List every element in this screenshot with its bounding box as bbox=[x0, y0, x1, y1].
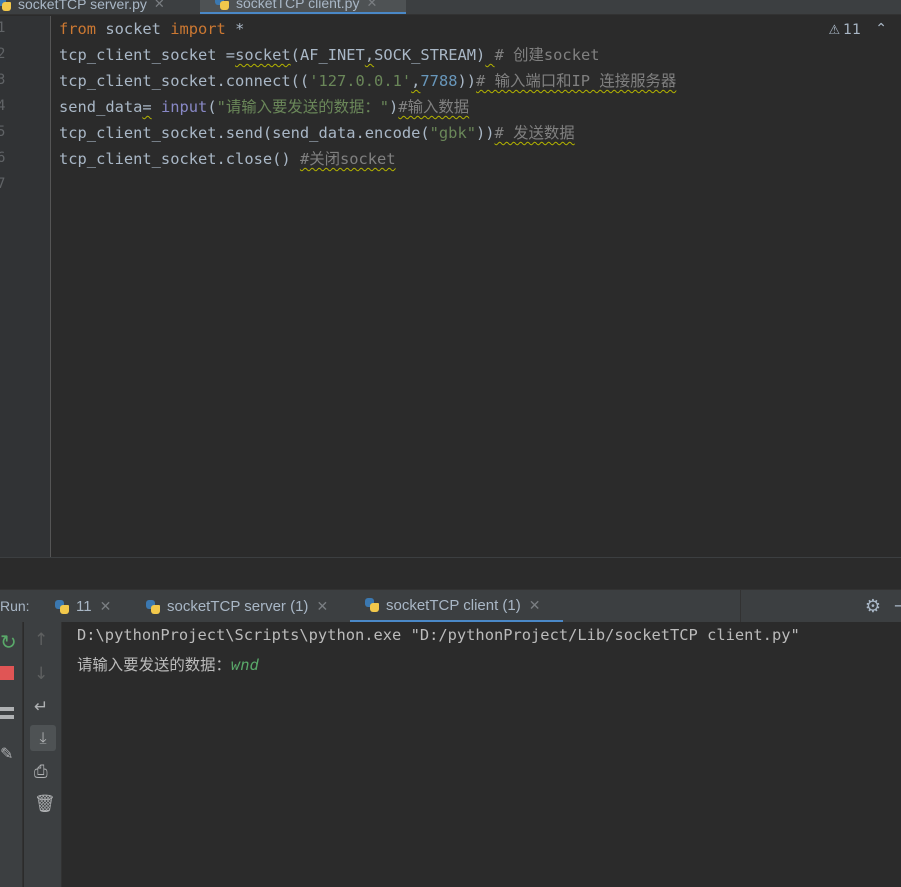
minimize-icon[interactable]: – bbox=[894, 595, 901, 616]
code-token: ( bbox=[207, 98, 217, 116]
code-comment: # 创建socket bbox=[494, 46, 600, 64]
code-token: SOCK_STREAM) bbox=[374, 46, 486, 64]
code-token: ) bbox=[389, 98, 399, 116]
line-number: 3 bbox=[0, 72, 6, 88]
console-action-strip: ↑ ↓ ↵ ⤓ ⎙ 🗑 bbox=[24, 622, 62, 887]
code-token: tcp_client_socket = bbox=[59, 46, 236, 64]
arrow-down-icon[interactable]: ↓ bbox=[34, 664, 48, 684]
code-token: from bbox=[59, 20, 97, 38]
code-token: )) bbox=[475, 124, 495, 142]
run-tab-label: socketTCP client (1) bbox=[386, 596, 521, 614]
console-output[interactable]: D:\pythonProject\Scripts\python.exe "D:/… bbox=[63, 622, 901, 887]
close-icon[interactable]: ✕ bbox=[100, 598, 112, 615]
editor-tab-server[interactable]: socketTCP server.py ✕ bbox=[0, 0, 197, 14]
code-token: = bbox=[142, 98, 152, 116]
code-comment: # 输入端口和IP 连接服务器 bbox=[476, 72, 677, 90]
code-token: , bbox=[411, 72, 421, 90]
code-token: * bbox=[225, 20, 245, 38]
scroll-to-end-icon[interactable]: ⤓ bbox=[30, 725, 56, 751]
layout-icon[interactable] bbox=[0, 707, 14, 719]
console-prompt-line: 请输入要发送的数据：wnd bbox=[77, 653, 259, 675]
run-tab-label: socketTCP server (1) bbox=[167, 598, 309, 615]
code-line-2[interactable]: tcp_client_socket =socket(AF_INET,SOCK_S… bbox=[59, 42, 600, 68]
code-token: socket bbox=[96, 20, 171, 38]
editor-tab-bar: socketTCP server.py ✕ socketTCP client.p… bbox=[0, 0, 901, 15]
run-tab-label: 11 bbox=[76, 598, 92, 615]
line-number: 5 bbox=[0, 124, 6, 140]
trash-icon[interactable]: 🗑 bbox=[34, 794, 56, 814]
print-icon[interactable]: ⎙ bbox=[34, 762, 48, 782]
code-token: tcp_client_socket.connect(( bbox=[59, 72, 310, 90]
code-token: tcp_client_socket.close() bbox=[59, 150, 291, 168]
line-number: 7 bbox=[0, 176, 6, 192]
code-comment: # 发送数据 bbox=[494, 124, 575, 142]
python-file-icon bbox=[145, 599, 161, 615]
run-action-strip: ↻ ✎ bbox=[0, 622, 23, 887]
code-token: (AF_INET bbox=[290, 46, 365, 64]
code-token: tcp_client_socket.send(send_data.encode( bbox=[59, 124, 430, 142]
code-comment: #关闭socket bbox=[299, 150, 396, 168]
run-label: Run: bbox=[0, 598, 30, 614]
code-line-1[interactable]: from socket import * bbox=[59, 16, 244, 42]
editor-tab-label: socketTCP server.py bbox=[18, 0, 147, 12]
console-command-line: D:\pythonProject\Scripts\python.exe "D:/… bbox=[77, 626, 800, 644]
line-number: 6 bbox=[0, 150, 6, 166]
run-tab-11[interactable]: 11 ✕ bbox=[54, 590, 111, 623]
line-number: 4 bbox=[0, 98, 6, 114]
code-builtin: input bbox=[160, 98, 208, 116]
rerun-icon[interactable]: ↻ bbox=[0, 630, 17, 654]
code-token: )) bbox=[457, 72, 477, 90]
python-file-icon bbox=[54, 599, 70, 615]
gear-icon[interactable]: ⚙ bbox=[865, 596, 881, 617]
code-token: , bbox=[364, 46, 375, 64]
python-file-icon bbox=[0, 0, 12, 12]
tool-window-splitter[interactable] bbox=[0, 557, 901, 589]
stop-icon[interactable] bbox=[0, 666, 14, 680]
code-line-3[interactable]: tcp_client_socket.connect(('127.0.0.1',7… bbox=[59, 68, 676, 94]
soft-wrap-icon[interactable]: ↵ bbox=[34, 697, 48, 717]
line-number-gutter[interactable]: 1 2 3 4 5 6 7 bbox=[0, 16, 51, 557]
console-prompt: 请输入要发送的数据： bbox=[77, 656, 231, 674]
code-line-4[interactable]: send_data= input("请输入要发送的数据：")#输入数据 bbox=[59, 94, 469, 120]
code-comment: #输入数据 bbox=[398, 98, 470, 116]
close-icon[interactable]: ✕ bbox=[366, 0, 377, 11]
header-divider bbox=[740, 590, 741, 623]
warning-icon: ⚠ bbox=[828, 22, 841, 38]
line-number: 1 bbox=[0, 20, 6, 36]
code-string: '127.0.0.1' bbox=[309, 72, 412, 90]
line-number: 2 bbox=[0, 46, 6, 62]
close-icon[interactable]: ✕ bbox=[529, 597, 541, 614]
inspection-widget[interactable]: ⚠ 11 bbox=[829, 22, 861, 38]
chevron-up-icon[interactable]: ⌃ bbox=[875, 21, 887, 37]
python-file-icon bbox=[214, 0, 230, 11]
run-tab-server[interactable]: socketTCP server (1) ✕ bbox=[145, 590, 328, 623]
code-editor[interactable]: ⚠ 11 ⌃ from socket import * tcp_client_s… bbox=[52, 16, 901, 557]
code-number: 7788 bbox=[420, 72, 458, 90]
code-token: send_data bbox=[59, 98, 143, 116]
editor-tab-client[interactable]: socketTCP client.py ✕ bbox=[200, 0, 406, 14]
code-string: "请输入要发送的数据：" bbox=[216, 98, 390, 116]
python-file-icon bbox=[364, 597, 380, 613]
pin-icon[interactable]: ✎ bbox=[0, 744, 13, 763]
code-token: socket bbox=[235, 46, 291, 64]
close-icon[interactable]: ✕ bbox=[154, 0, 165, 12]
warning-count: 11 bbox=[843, 22, 861, 38]
code-line-6[interactable]: tcp_client_socket.close() #关闭socket bbox=[59, 146, 396, 172]
run-tool-window-header: Run: 11 ✕ socketTCP server (1) ✕ socketT… bbox=[0, 589, 901, 623]
code-string: "gbk" bbox=[429, 124, 476, 142]
run-tab-client[interactable]: socketTCP client (1) ✕ bbox=[350, 590, 563, 623]
console-user-input: wnd bbox=[230, 656, 259, 674]
code-line-5[interactable]: tcp_client_socket.send(send_data.encode(… bbox=[59, 120, 575, 146]
close-icon[interactable]: ✕ bbox=[316, 598, 328, 615]
arrow-up-icon[interactable]: ↑ bbox=[34, 630, 48, 650]
code-token: import bbox=[170, 20, 226, 38]
editor-tab-label: socketTCP client.py bbox=[236, 0, 360, 11]
